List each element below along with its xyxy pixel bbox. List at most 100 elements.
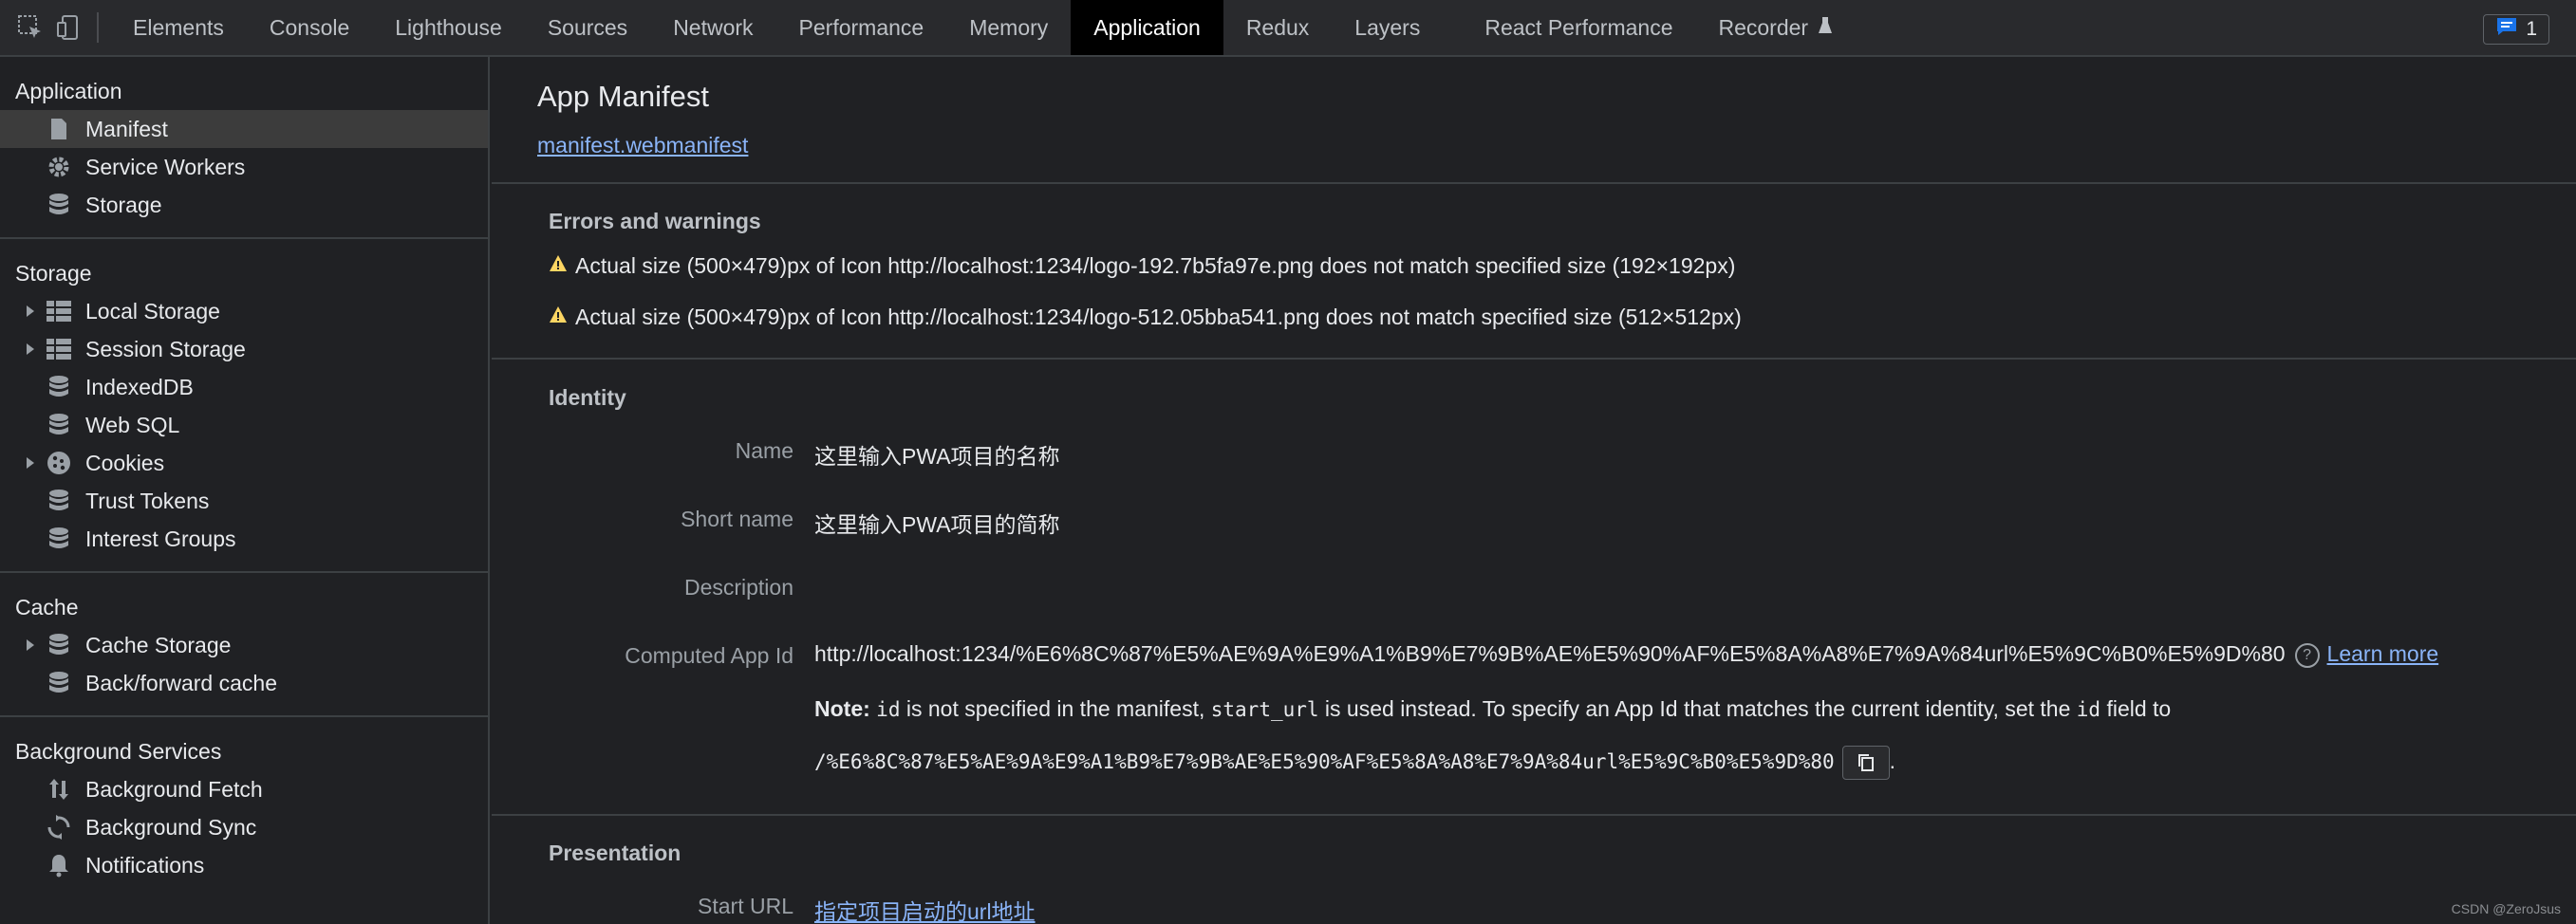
warning-icon [549, 253, 568, 279]
suggested-id-value: /%E6%8C%87%E5%AE%9A%E9%A1%B9%E7%9B%AE%E5… [814, 750, 1835, 774]
sidebar-item-label: Service Workers [85, 154, 246, 179]
tab-sources[interactable]: Sources [525, 0, 650, 55]
gear-icon [44, 154, 74, 180]
start-url-link[interactable]: 指定项目启动的url地址 [814, 894, 1036, 924]
warning-row: Actual size (500×479)px of Icon http://l… [549, 305, 1742, 330]
sidebar-item-label: Cache Storage [85, 632, 232, 657]
section-divider [492, 358, 2576, 360]
table-grid-icon [44, 336, 74, 362]
sidebar-item-label: Local Storage [85, 298, 220, 323]
database-icon [44, 192, 74, 218]
sidebar-item-background-fetch[interactable]: Background Fetch [0, 770, 488, 808]
sidebar-item-cache-storage[interactable]: Cache Storage [0, 626, 488, 664]
section-divider [492, 814, 2576, 816]
tab-performance[interactable]: Performance [776, 0, 947, 55]
database-icon [44, 488, 74, 514]
application-sidebar: Application Manifest Service Workers Sto… [0, 57, 490, 924]
computed-app-id-row: http://localhost:1234/%E6%8C%87%E5%AE%9A… [814, 641, 2438, 668]
tab-layers[interactable]: Layers [1332, 0, 1443, 55]
sidebar-item-label: Cookies [85, 450, 165, 475]
expand-arrow-icon[interactable] [21, 456, 40, 470]
sidebar-item-storage[interactable]: Storage [0, 186, 488, 224]
note-code-start-url: start_url [1210, 698, 1319, 721]
sidebar-item-label: Session Storage [85, 336, 246, 361]
sidebar-item-label: Trust Tokens [85, 488, 210, 513]
database-icon [44, 670, 74, 696]
sidebar-item-label: Manifest [85, 116, 168, 141]
document-icon [44, 116, 74, 142]
copy-icon [1857, 754, 1874, 771]
sidebar-item-service-workers[interactable]: Service Workers [0, 148, 488, 186]
sidebar-item-background-sync[interactable]: Background Sync [0, 808, 488, 846]
sidebar-section-application: Application [15, 78, 122, 103]
tab-lighthouse[interactable]: Lighthouse [372, 0, 525, 55]
tab-network[interactable]: Network [650, 0, 775, 55]
manifest-link[interactable]: manifest.webmanifest [537, 133, 748, 158]
database-icon [44, 412, 74, 438]
copy-button[interactable] [1841, 746, 1890, 780]
warning-row: Actual size (500×479)px of Icon http://l… [549, 253, 1735, 279]
note-text: is used instead. To specify an App Id th… [1318, 696, 2077, 721]
tab-console[interactable]: Console [247, 0, 372, 55]
presentation-section-title: Presentation [549, 841, 681, 865]
name-value: 这里输入PWA项目的名称 [814, 444, 1060, 469]
toolbar-separator [97, 12, 99, 43]
issues-count: 1 [2526, 18, 2537, 40]
description-label: Description [683, 575, 793, 600]
warning-icon [549, 305, 568, 330]
expand-arrow-icon[interactable] [21, 638, 40, 652]
table-grid-icon [44, 298, 74, 324]
sidebar-item-label: IndexedDB [85, 374, 194, 399]
sidebar-section-cache: Cache [15, 594, 79, 619]
sidebar-section-storage: Storage [15, 260, 92, 286]
sidebar-item-local-storage[interactable]: Local Storage [0, 292, 488, 330]
app-id-note: Note: id is not specified in the manifes… [814, 696, 2171, 722]
sidebar-item-notifications[interactable]: Notifications [0, 846, 488, 884]
help-icon[interactable]: ? [2294, 642, 2320, 668]
sidebar-item-session-storage[interactable]: Session Storage [0, 330, 488, 368]
page-title: App Manifest [537, 80, 709, 113]
start-url-label: Start URL [698, 894, 793, 918]
sidebar-item-manifest[interactable]: Manifest [0, 110, 488, 148]
note-label: Note: [814, 696, 870, 721]
tab-memory[interactable]: Memory [946, 0, 1071, 55]
issues-badge[interactable]: 1 [2483, 14, 2549, 45]
warning-text: Actual size (500×479)px of Icon http://l… [575, 253, 1736, 278]
sidebar-item-back-forward-cache[interactable]: Back/forward cache [0, 664, 488, 702]
bell-icon [44, 852, 74, 878]
sidebar-item-indexeddb[interactable]: IndexedDB [0, 368, 488, 406]
computed-app-id-value: http://localhost:1234/%E6%8C%87%E5%AE%9A… [814, 641, 2286, 666]
tab-redux[interactable]: Redux [1223, 0, 1332, 55]
section-divider [492, 182, 2576, 184]
tab-application[interactable]: Application [1071, 0, 1223, 55]
note-code-id: id [2076, 698, 2101, 721]
sidebar-item-label: Web SQL [85, 412, 180, 437]
tab-recorder[interactable]: Recorder [1695, 0, 1856, 55]
device-toolbar-icon[interactable] [49, 0, 87, 56]
sidebar-item-web-sql[interactable]: Web SQL [0, 406, 488, 444]
sidebar-item-trust-tokens[interactable]: Trust Tokens [0, 482, 488, 520]
database-icon [44, 632, 74, 658]
sidebar-item-label: Notifications [85, 852, 205, 878]
database-icon [44, 374, 74, 400]
note-text: field to [2100, 696, 2172, 721]
devtools-toolbar: Elements Console Lighthouse Sources Netw… [0, 0, 2576, 57]
sidebar-item-label: Interest Groups [85, 526, 236, 551]
tab-react-performance[interactable]: React Performance [1462, 0, 1695, 55]
sidebar-item-interest-groups[interactable]: Interest Groups [0, 520, 488, 558]
expand-arrow-icon[interactable] [21, 342, 40, 356]
learn-more-link[interactable]: Learn more [2327, 641, 2439, 666]
sidebar-divider [0, 237, 488, 239]
sidebar-divider [0, 571, 488, 573]
sidebar-item-label: Background Fetch [85, 776, 263, 802]
sidebar-item-cookies[interactable]: Cookies [0, 444, 488, 482]
suggested-id-period: . [1889, 748, 1896, 774]
experiment-flask-icon [1818, 15, 1833, 41]
sidebar-item-label: Storage [85, 192, 162, 217]
identity-section-title: Identity [549, 385, 626, 410]
inspect-element-icon[interactable] [11, 0, 49, 56]
expand-arrow-icon[interactable] [21, 305, 40, 318]
tab-elements[interactable]: Elements [110, 0, 247, 55]
sidebar-section-background-services: Background Services [15, 738, 222, 764]
warning-text: Actual size (500×479)px of Icon http://l… [575, 305, 1742, 329]
